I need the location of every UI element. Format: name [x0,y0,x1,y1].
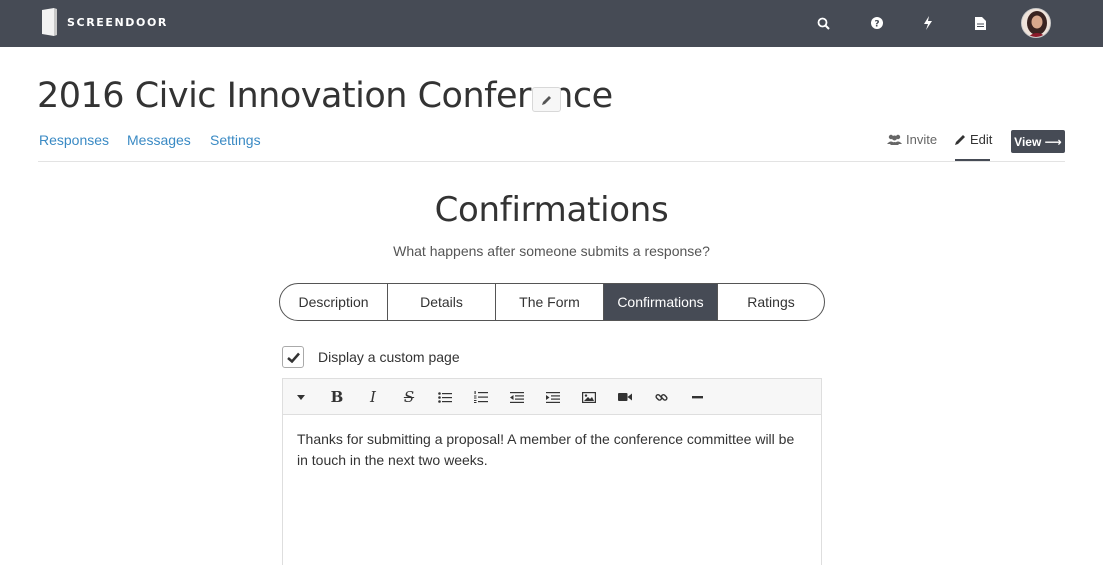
view-button[interactable]: View ⟶ [1011,130,1065,153]
invite-label: Invite [906,132,938,147]
video-icon[interactable] [615,387,635,407]
pencil-icon [541,95,551,105]
italic-icon[interactable]: I [363,387,383,407]
image-icon[interactable] [579,387,599,407]
svg-text:?: ? [874,20,879,30]
edit-label: Edit [970,132,993,147]
tab-confirmations[interactable]: Confirmations [604,284,718,320]
door-logo-icon [40,7,59,37]
app-logo[interactable]: SCREENDOOR [40,7,168,37]
document-icon[interactable] [970,13,990,33]
bolt-icon[interactable] [918,13,938,33]
rich-text-editor: B I S Thanks for submitting a proposal! … [282,378,822,565]
custom-page-label: Display a custom page [318,349,460,365]
nav-messages[interactable]: Messages [127,132,191,148]
search-icon[interactable] [813,13,833,33]
divider [38,161,1065,162]
section-title: Confirmations [434,190,669,230]
numbered-list-icon[interactable] [471,387,491,407]
edit-tab[interactable]: Edit [955,132,992,147]
page-title: 2016 Civic Innovation Conference [37,76,613,116]
bold-icon[interactable]: B [327,387,347,407]
top-navbar: SCREENDOOR ? [0,0,1103,47]
tab-description[interactable]: Description [280,284,388,320]
section-subtitle: What happens after someone submits a res… [393,243,710,259]
outdent-icon[interactable] [507,387,527,407]
checkmark-icon [286,352,300,363]
indent-icon[interactable] [543,387,563,407]
settings-tabs: Description Details The Form Confirmatio… [279,283,825,321]
tab-the-form[interactable]: The Form [496,284,604,320]
invite-button[interactable]: Invite [887,132,937,147]
nav-settings[interactable]: Settings [210,132,261,148]
tab-details[interactable]: Details [388,284,496,320]
strikethrough-icon[interactable]: S [399,387,419,407]
nav-responses[interactable]: Responses [39,132,109,148]
pencil-icon [955,135,965,145]
help-icon[interactable]: ? [867,13,887,33]
custom-page-checkbox[interactable] [282,346,304,368]
tab-ratings[interactable]: Ratings [718,284,824,320]
dropdown-caret-icon[interactable] [291,387,311,407]
bullet-list-icon[interactable] [435,387,455,407]
editor-content[interactable]: Thanks for submitting a proposal! A memb… [283,415,821,485]
editor-toolbar: B I S [283,379,821,415]
user-avatar[interactable] [1021,8,1051,38]
link-icon[interactable] [651,387,671,407]
app-name: SCREENDOOR [67,15,169,29]
edit-title-button[interactable] [532,87,561,112]
users-icon [887,134,902,145]
horizontal-rule-icon[interactable] [687,387,707,407]
